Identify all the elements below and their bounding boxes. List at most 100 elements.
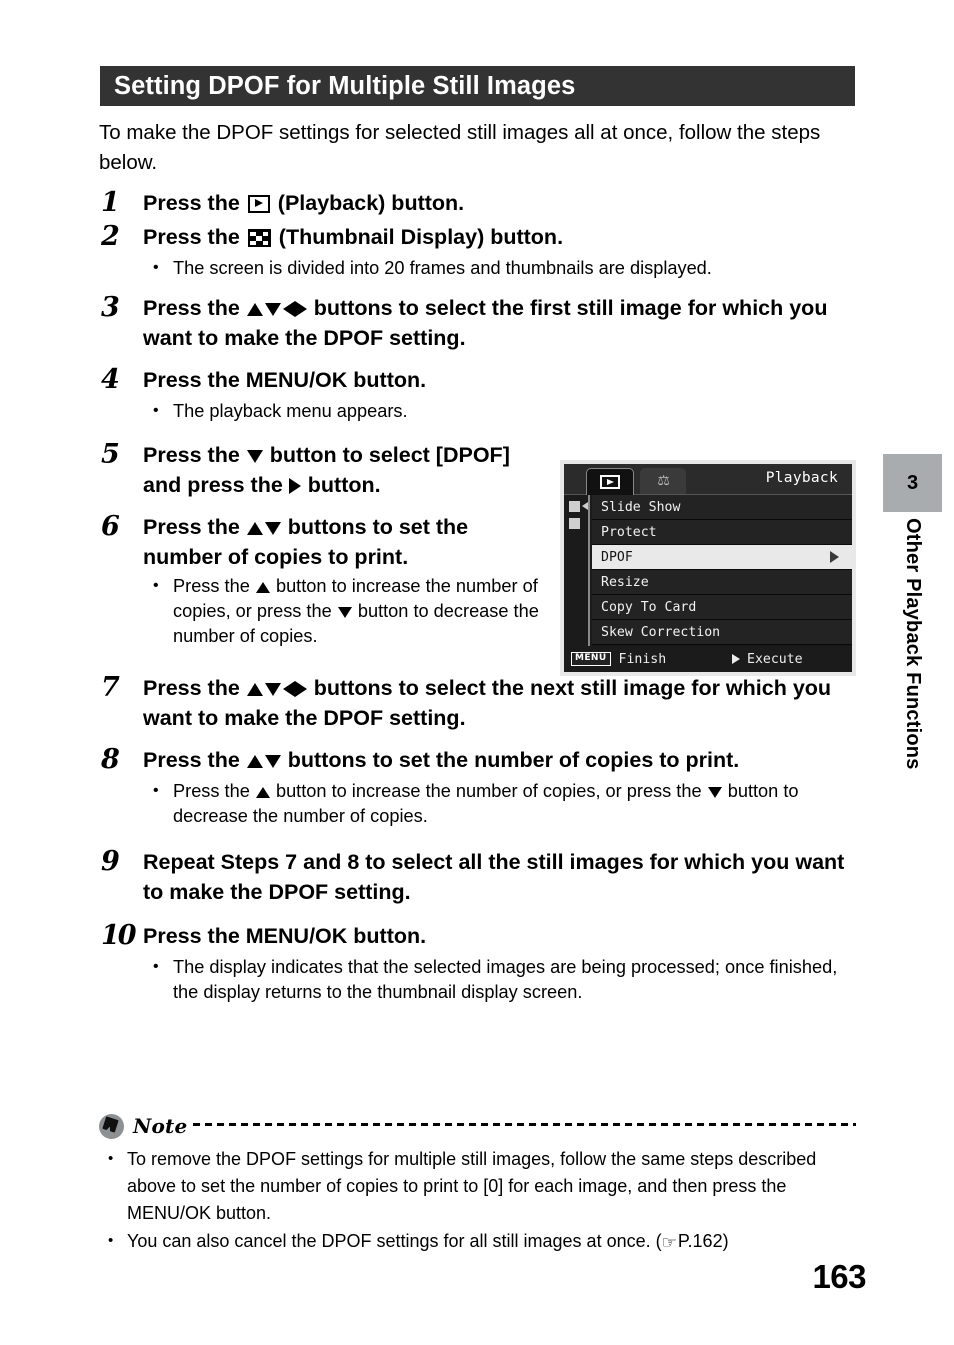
up-down-arrows-icon	[246, 748, 282, 772]
note-pencil-icon	[99, 1113, 124, 1139]
step-text-after: (Thumbnail Display) button.	[278, 225, 564, 249]
step-text: Press the (Thumbnail Display) button.	[143, 220, 859, 252]
note-reference-page: P.162	[677, 1231, 723, 1251]
playback-button-icon	[247, 195, 270, 213]
step-number: 7	[101, 672, 120, 703]
step-text: Press the (Playback) button.	[143, 186, 859, 218]
menu-button-chip: MENU	[571, 652, 611, 666]
step-text: Press the buttons to select the first st…	[143, 291, 859, 353]
step-text-after: buttons to set the number of copies to p…	[287, 748, 740, 772]
lcd-footer-bar: MENU Finish Execute	[564, 646, 852, 672]
note-bullet-text: You can also cancel the DPOF settings fo…	[127, 1231, 662, 1251]
menu-item-resize[interactable]: Resize	[592, 570, 852, 595]
bullet-item: The display indicates that the selected …	[147, 954, 859, 1005]
bullet-item: The playback menu appears.	[147, 398, 859, 424]
bullet-part-a: Press the	[173, 781, 250, 801]
note-bullet-list: To remove the DPOF settings for multiple…	[99, 1145, 856, 1257]
up-arrow-icon	[255, 786, 270, 798]
camera-lcd-illustration: ⚖ Playback Slide Show Protect DPOF Resiz…	[560, 460, 856, 676]
bullet-part-b: button to increase the number of copies,…	[275, 781, 702, 801]
step-7: 7 Press the buttons to select the next s…	[99, 671, 859, 733]
bullet-part-a: Press the	[173, 576, 250, 596]
step-number: 1	[101, 187, 120, 218]
step-3: 3 Press the buttons to select the first …	[99, 291, 859, 353]
step-number: 10	[101, 920, 137, 951]
menu-item-dpof[interactable]: DPOF	[592, 545, 852, 570]
lcd-mode-label: Playback	[765, 470, 838, 486]
menu-item-slide-show[interactable]: Slide Show	[592, 495, 852, 520]
step-text-after: (Playback) button.	[277, 191, 465, 215]
lcd-menu-list: Slide Show Protect DPOF Resize Copy To C…	[592, 495, 852, 649]
step-10: 10 Press the MENU/OK button. The display…	[99, 919, 859, 1005]
lcd-inner: ⚖ Playback Slide Show Protect DPOF Resiz…	[564, 464, 852, 672]
note-reference-close: )	[722, 1231, 729, 1251]
menu-item-protect[interactable]: Protect	[592, 520, 852, 545]
lcd-setup-tab[interactable]: ⚖	[640, 468, 686, 494]
chapter-tab: 3	[883, 454, 942, 512]
step-number: 4	[101, 364, 120, 395]
submenu-arrow-icon	[830, 551, 839, 563]
play-icon	[600, 475, 620, 489]
down-arrow-icon	[246, 449, 263, 463]
menu-item-skew-correction[interactable]: Skew Correction	[592, 620, 852, 645]
page-title: Setting DPOF for Multiple Still Images	[114, 71, 576, 100]
down-arrow-icon	[707, 786, 722, 798]
step-4: 4 Press the MENU/OK button. The playback…	[99, 363, 859, 424]
lcd-playback-tab[interactable]	[586, 468, 634, 495]
step-bullets: The display indicates that the selected …	[99, 954, 859, 1005]
menu-item-copy-to-card[interactable]: Copy To Card	[592, 595, 852, 620]
note-dashed-rule	[193, 1122, 856, 1126]
step-bullets: Press the button to increase the number …	[99, 778, 859, 829]
up-down-left-right-arrows-icon	[246, 296, 308, 320]
step-number: 5	[101, 439, 120, 470]
note-block: Note To remove the DPOF settings for mul…	[99, 1112, 856, 1258]
step-text-before: Press the	[143, 676, 240, 700]
scroll-marker-inactive	[569, 518, 580, 529]
menu-item-label: DPOF	[601, 549, 633, 565]
step-number: 2	[101, 221, 120, 252]
note-bullet-item: You can also cancel the DPOF settings fo…	[99, 1227, 856, 1257]
step-text-before: Press the	[143, 515, 240, 539]
note-bullet-item: To remove the DPOF settings for multiple…	[99, 1145, 856, 1227]
step-text-before: Press the	[143, 225, 240, 249]
thumbnail-display-icon	[247, 229, 271, 247]
scroll-marker-active	[569, 501, 580, 512]
step-text-before: Press the	[143, 191, 240, 215]
step-number: 6	[101, 511, 120, 542]
finish-label: Finish	[618, 651, 667, 667]
step-text: Press the buttons to select the next sti…	[143, 671, 859, 733]
page-number: 163	[812, 1258, 866, 1295]
lcd-scroll-indicator[interactable]	[564, 495, 592, 649]
step-8: 8 Press the buttons to set the number of…	[99, 743, 859, 829]
step-text-after: button.	[307, 473, 381, 497]
step-text-before: Press the	[143, 748, 240, 772]
up-down-left-right-arrows-icon	[246, 676, 308, 700]
chapter-number: 3	[906, 471, 919, 494]
execute-hint: Execute	[732, 652, 803, 667]
step-text: Press the MENU/OK button.	[143, 368, 427, 392]
step-bullets: The playback menu appears.	[99, 398, 859, 424]
down-arrow-icon	[337, 606, 352, 618]
step-text-before: Press the	[143, 443, 240, 467]
step-9: 9 Repeat Steps 7 and 8 to select all the…	[99, 845, 859, 907]
note-label: Note	[133, 1114, 188, 1138]
step-number: 3	[101, 292, 120, 323]
tools-icon: ⚖	[657, 473, 670, 489]
step-text: Press the MENU/OK button.	[143, 924, 427, 948]
step-2: 2 Press the (Thumbnail Display) button. …	[99, 220, 859, 281]
note-header: Note	[99, 1112, 856, 1140]
bullet-item: The screen is divided into 20 frames and…	[147, 255, 859, 281]
bullet-item: Press the button to increase the number …	[147, 573, 551, 649]
step-1: 1 Press the (Playback) button.	[99, 186, 859, 220]
pointing-hand-icon: ☞	[661, 1233, 677, 1253]
chapter-title-text: Other Playback Functions	[902, 518, 924, 770]
step-bullets: The screen is divided into 20 frames and…	[99, 255, 859, 281]
step-text: Press the buttons to set the number of c…	[143, 510, 543, 572]
chapter-title-vertical: Other Playback Functions	[883, 518, 942, 878]
right-arrow-icon	[288, 478, 301, 495]
up-down-arrows-icon	[246, 515, 282, 539]
scroll-divider	[588, 495, 590, 649]
section-header: Setting DPOF for Multiple Still Images	[100, 66, 855, 106]
manual-page: Setting DPOF for Multiple Still Images T…	[0, 0, 954, 1345]
step-text: Press the button to select [DPOF] and pr…	[143, 438, 543, 500]
